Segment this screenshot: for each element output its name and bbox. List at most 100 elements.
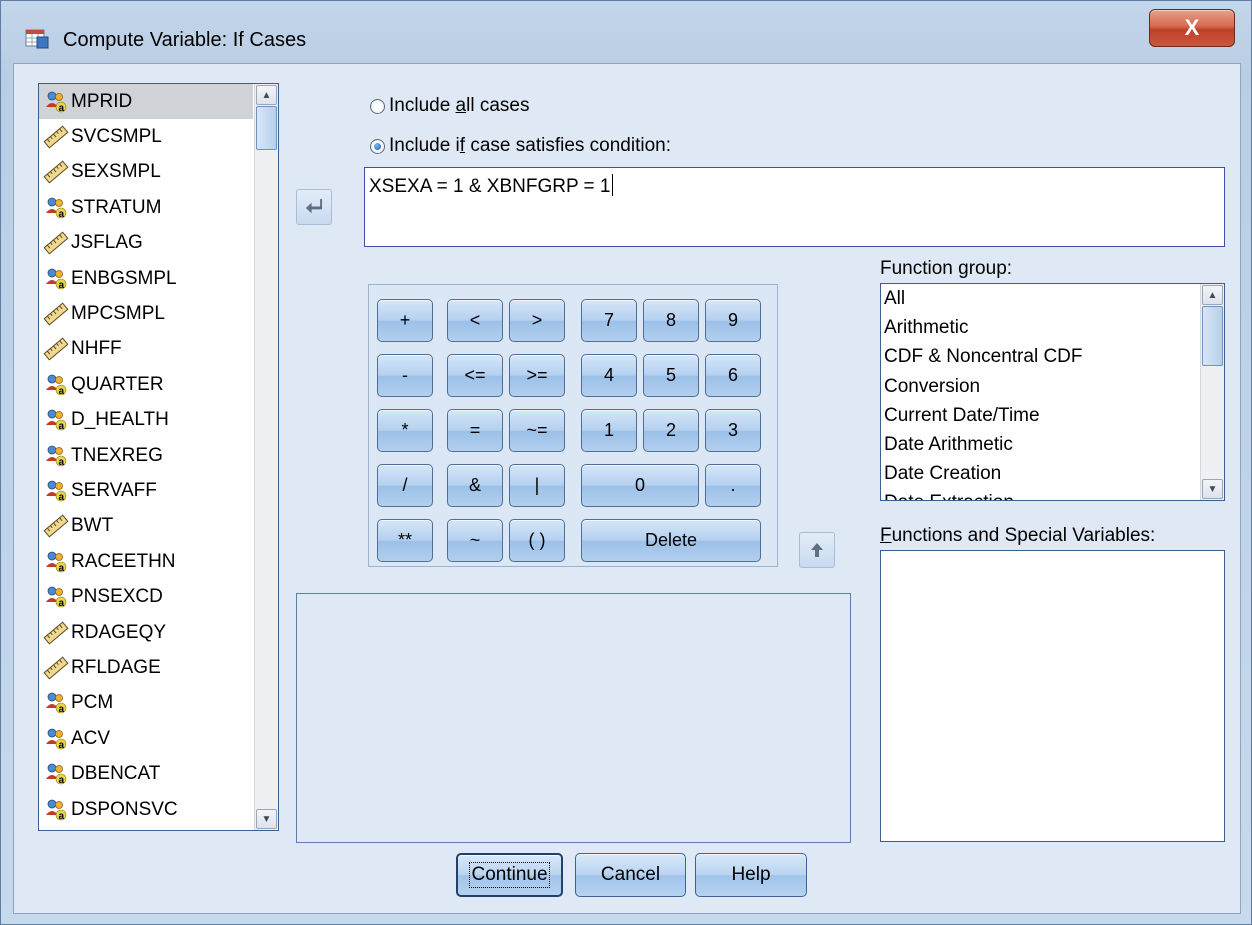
function-group-item[interactable]: All <box>881 284 1199 313</box>
keypad-key[interactable]: & <box>447 464 503 507</box>
scroll-down-arrow-icon[interactable]: ▼ <box>256 809 277 829</box>
keypad-key[interactable]: 2 <box>643 409 699 452</box>
variable-item[interactable]: a RACEETHN <box>39 544 253 579</box>
keypad-key[interactable]: ~= <box>509 409 565 452</box>
keypad-key[interactable]: * <box>377 409 433 452</box>
nominal-variable-icon: a <box>43 90 69 114</box>
function-group-scrollbar[interactable]: ▲ ▼ <box>1200 284 1224 500</box>
scale-ruler-icon <box>43 337 69 361</box>
scroll-up-arrow-icon[interactable]: ▲ <box>256 85 277 105</box>
variable-name: QUARTER <box>71 373 164 395</box>
keypad-key[interactable]: = <box>447 409 503 452</box>
keypad-key[interactable]: 7 <box>581 299 637 342</box>
cancel-button[interactable]: Cancel <box>575 853 686 897</box>
variable-name: ACV <box>71 727 111 749</box>
radio-include-all-cases[interactable]: Include all cases <box>370 95 529 117</box>
function-group-list[interactable]: All Arithmetic CDF & Noncentral CDF Convers… <box>880 283 1225 501</box>
variable-item[interactable]: a TNEXREG <box>39 438 253 473</box>
variable-item[interactable]: JSFLAG <box>39 226 253 261</box>
move-function-button[interactable] <box>799 532 835 568</box>
svg-text:a: a <box>59 563 65 574</box>
keypad-key[interactable]: 8 <box>643 299 699 342</box>
radio-button[interactable] <box>370 98 385 114</box>
variable-item[interactable]: RFLDAGE <box>39 650 253 685</box>
variable-list-items: a MPRID SVCSMPL SEXSMPL a STRATUM JSFLAG a ENBGS… <box>39 84 253 830</box>
variable-item[interactable]: SEXSMPL <box>39 155 253 190</box>
nominal-variable-icon: a <box>43 267 69 291</box>
scale-ruler-icon <box>43 514 69 538</box>
nominal-variable-icon: a <box>43 373 69 397</box>
variable-item[interactable]: a MPRID <box>39 84 253 120</box>
keypad-key[interactable]: + <box>377 299 433 342</box>
continue-button[interactable]: Continue <box>456 853 563 897</box>
keypad-key[interactable]: | <box>509 464 565 507</box>
scroll-thumb[interactable] <box>256 106 277 150</box>
function-group-item[interactable]: Current Date/Time <box>881 401 1199 430</box>
variable-item[interactable]: MPCSMPL <box>39 296 253 331</box>
function-group-item[interactable]: Arithmetic <box>881 313 1199 342</box>
variable-item[interactable]: a SERVAFF <box>39 473 253 508</box>
keypad-key[interactable]: ~ <box>447 519 503 562</box>
close-button[interactable]: X <box>1149 9 1235 47</box>
variable-list[interactable]: a MPRID SVCSMPL SEXSMPL a STRATUM JSFLAG a ENBGS… <box>38 83 279 831</box>
variable-item[interactable]: RDAGEQY <box>39 615 253 650</box>
keypad-key[interactable]: < <box>447 299 503 342</box>
function-group-item[interactable]: Date Extraction <box>881 488 1199 500</box>
variable-item[interactable]: a DBENCAT <box>39 756 253 791</box>
arrow-up-icon <box>811 543 823 557</box>
variable-name: STRATUM <box>71 196 162 218</box>
function-group-item[interactable]: Date Creation <box>881 459 1199 488</box>
condition-expression-input[interactable]: XSEXA = 1 & XBNFGRP = 1 <box>364 167 1225 247</box>
variable-item[interactable]: a PNSEXCD <box>39 579 253 614</box>
title-bar[interactable]: Compute Variable: If Cases X <box>1 1 1251 63</box>
scale-ruler-icon <box>43 302 69 326</box>
keypad-key[interactable]: - <box>377 354 433 397</box>
arrow-left-icon <box>305 199 323 214</box>
svg-text:a: a <box>59 775 65 786</box>
variable-item[interactable]: NHFF <box>39 332 253 367</box>
keypad-key[interactable]: >= <box>509 354 565 397</box>
keypad-key[interactable]: 4 <box>581 354 637 397</box>
function-group-items: All Arithmetic CDF & Noncentral CDF Convers… <box>881 284 1199 500</box>
radio-include-if-condition[interactable]: Include if case satisfies condition: <box>370 135 671 157</box>
keypad-key[interactable]: / <box>377 464 433 507</box>
keypad-key[interactable]: Delete <box>581 519 761 562</box>
variable-name: JSFLAG <box>71 232 143 254</box>
function-group-item[interactable]: Conversion <box>881 372 1199 401</box>
variable-item[interactable]: SVCSMPL <box>39 119 253 154</box>
variable-item[interactable]: a DSPONSVC <box>39 792 253 827</box>
keypad-key[interactable]: 3 <box>705 409 761 452</box>
functions-special-variables-list[interactable] <box>880 550 1225 842</box>
function-group-item[interactable]: Date Arithmetic <box>881 430 1199 459</box>
function-description-area <box>296 593 851 843</box>
function-group-item[interactable]: CDF & Noncentral CDF <box>881 342 1199 371</box>
keypad-key[interactable]: ( ) <box>509 519 565 562</box>
move-variable-button[interactable] <box>296 189 332 225</box>
variable-item[interactable]: a QUARTER <box>39 367 253 402</box>
keypad-key[interactable]: . <box>705 464 761 507</box>
keypad-key[interactable]: 9 <box>705 299 761 342</box>
scroll-thumb[interactable] <box>1202 306 1223 366</box>
variable-item[interactable]: BWT <box>39 509 253 544</box>
function-group-label: Function group: <box>880 258 1013 279</box>
scroll-up-arrow-icon[interactable]: ▲ <box>1202 285 1223 305</box>
variable-item[interactable]: a STRATUM <box>39 190 253 225</box>
help-button[interactable]: Help <box>695 853 807 897</box>
variable-list-scrollbar[interactable]: ▲ ▼ <box>254 84 278 830</box>
keypad-key[interactable]: > <box>509 299 565 342</box>
keypad-key[interactable]: 5 <box>643 354 699 397</box>
radio-button[interactable] <box>370 138 385 154</box>
variable-item[interactable]: a PCM <box>39 686 253 721</box>
keypad-key[interactable]: <= <box>447 354 503 397</box>
variable-name: NHFF <box>71 338 122 360</box>
scroll-down-arrow-icon[interactable]: ▼ <box>1202 479 1223 499</box>
keypad-key[interactable]: 0 <box>581 464 699 507</box>
keypad-key[interactable]: 1 <box>581 409 637 452</box>
nominal-variable-icon: a <box>43 479 69 503</box>
variable-item[interactable]: a D_HEALTH <box>39 403 253 438</box>
variable-item[interactable]: a ENBGSMPL <box>39 261 253 296</box>
keypad-key[interactable]: ** <box>377 519 433 562</box>
svg-text:a: a <box>59 421 65 432</box>
keypad-key[interactable]: 6 <box>705 354 761 397</box>
variable-item[interactable]: a ACV <box>39 721 253 756</box>
